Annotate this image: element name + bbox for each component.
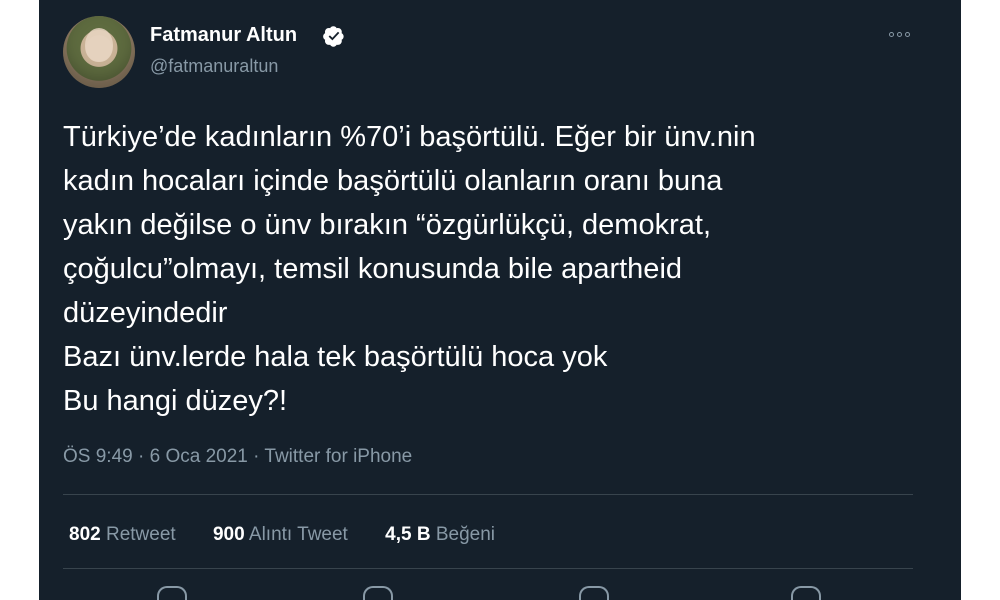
tweet-card: Fatmanur Altun @fatmanuraltun Türkiye’de… [39, 0, 961, 600]
quote-count: 900 [212, 524, 245, 545]
share-icon[interactable] [791, 586, 821, 600]
retweet-stat[interactable]: 802 Retweet [69, 524, 181, 545]
tweet-date[interactable]: 6 Oca 2021 [150, 446, 248, 467]
author-display-name[interactable]: Fatmanur Altun [150, 24, 297, 47]
like-count: 4,5 B [385, 524, 431, 545]
meta-separator: · [138, 446, 145, 467]
like-label: Beğeni [435, 524, 495, 545]
more-options-icon[interactable] [884, 22, 914, 46]
retweet-count: 802 [69, 524, 101, 545]
divider [63, 494, 913, 495]
meta-separator: · [253, 446, 260, 467]
more-dot [888, 31, 894, 37]
more-dot [904, 31, 910, 37]
quote-stat[interactable]: 900 Alıntı Tweet [213, 524, 353, 545]
tweet-source[interactable]: Twitter for iPhone [264, 446, 412, 467]
tweet-text: Türkiye’de kadınların %70’i başörtülü. E… [63, 121, 756, 417]
verified-badge-icon [323, 26, 344, 47]
tweet-stats: 802 Retweet 900 Alıntı Tweet 4,5 B Beğen… [69, 524, 527, 546]
retweet-icon[interactable] [363, 586, 393, 600]
tweet-meta: ÖS 9:49 · 6 Oca 2021 · Twitter for iPhon… [63, 446, 412, 468]
reply-icon[interactable] [157, 586, 187, 600]
like-icon[interactable] [579, 586, 609, 600]
author-username[interactable]: @fatmanuraltun [150, 56, 278, 77]
tweet-actions [39, 586, 961, 600]
retweet-label: Retweet [105, 524, 176, 545]
tweet-time[interactable]: ÖS 9:49 [63, 446, 133, 467]
divider [63, 568, 913, 569]
like-stat[interactable]: 4,5 B Beğeni [385, 524, 495, 545]
quote-label: Alıntı Tweet [248, 524, 348, 545]
more-dot [896, 31, 902, 37]
avatar[interactable] [63, 16, 135, 88]
